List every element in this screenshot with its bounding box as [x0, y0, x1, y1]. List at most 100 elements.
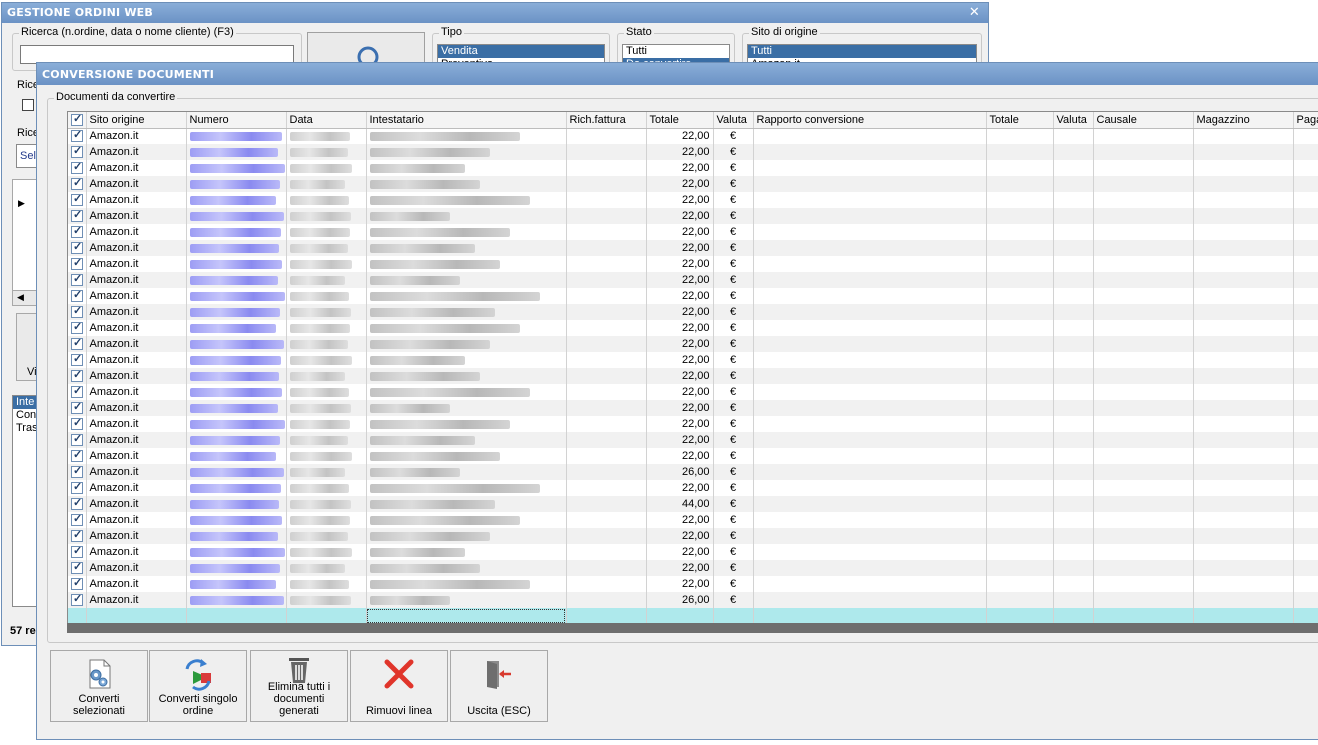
cell-sito-origine[interactable]: Amazon.it — [86, 464, 187, 480]
cell-data-redacted[interactable] — [286, 448, 367, 464]
cell-pagamento[interactable] — [1293, 272, 1318, 288]
cell-sito-origine[interactable]: Amazon.it — [86, 176, 187, 192]
cell-causale[interactable] — [1093, 528, 1194, 544]
cell-totale-converted[interactable] — [986, 272, 1054, 288]
table-row[interactable]: Amazon.it 22,00€ — [68, 336, 1318, 352]
cell-pagamento[interactable] — [1293, 384, 1318, 400]
cell-sito-origine[interactable]: Amazon.it — [86, 560, 187, 576]
cell-pagamento[interactable] — [1293, 592, 1318, 608]
cell-pagamento[interactable] — [1293, 368, 1318, 384]
cell-intestatario-redacted[interactable] — [366, 368, 567, 384]
cell-valuta-converted[interactable] — [1053, 512, 1094, 528]
cell-totale-converted[interactable] — [986, 224, 1054, 240]
cell-magazzino[interactable] — [1193, 432, 1294, 448]
cell-numero-redacted[interactable] — [186, 304, 287, 320]
cell-magazzino[interactable] — [1193, 288, 1294, 304]
cell-valuta-converted[interactable] — [1053, 352, 1094, 368]
cell-valuta[interactable]: € — [713, 528, 754, 544]
cell-valuta[interactable]: € — [713, 128, 754, 144]
cell-pagamento[interactable] — [1293, 320, 1318, 336]
new-row-cell[interactable] — [286, 608, 367, 624]
cell-data-redacted[interactable] — [286, 304, 367, 320]
cell-intestatario-redacted[interactable] — [366, 320, 567, 336]
cell-sito-origine[interactable]: Amazon.it — [86, 368, 187, 384]
cell-pagamento[interactable] — [1293, 560, 1318, 576]
cell-causale[interactable] — [1093, 512, 1194, 528]
cell-numero-redacted[interactable] — [186, 208, 287, 224]
table-row[interactable]: Amazon.it 22,00€ — [68, 224, 1318, 240]
cell-data-redacted[interactable] — [286, 384, 367, 400]
cell-intestatario-redacted[interactable] — [366, 496, 567, 512]
cell-data-redacted[interactable] — [286, 272, 367, 288]
cell-totale[interactable]: 22,00 — [646, 208, 714, 224]
cell-intestatario-redacted[interactable] — [366, 256, 567, 272]
cell-valuta[interactable]: € — [713, 304, 754, 320]
converti-selezionati-button[interactable]: Converti selezionati — [50, 650, 148, 722]
cell-causale[interactable] — [1093, 144, 1194, 160]
cell-causale[interactable] — [1093, 176, 1194, 192]
new-row-cell[interactable] — [986, 608, 1054, 624]
cell-intestatario-redacted[interactable] — [366, 512, 567, 528]
cell-causale[interactable] — [1093, 224, 1194, 240]
cell-totale-converted[interactable] — [986, 128, 1054, 144]
row-select-cell[interactable] — [68, 144, 87, 160]
row-checkbox[interactable] — [71, 528, 83, 543]
new-row-cell[interactable] — [1193, 608, 1294, 624]
cell-rapporto-conversione[interactable] — [753, 512, 987, 528]
cell-valuta-converted[interactable] — [1053, 240, 1094, 256]
cell-totale[interactable]: 22,00 — [646, 528, 714, 544]
cell-sito-origine[interactable]: Amazon.it — [86, 416, 187, 432]
cell-numero-redacted[interactable] — [186, 240, 287, 256]
cell-pagamento[interactable] — [1293, 480, 1318, 496]
table-row[interactable]: Amazon.it 22,00€ — [68, 304, 1318, 320]
cell-totale-converted[interactable] — [986, 576, 1054, 592]
new-row-cell[interactable] — [566, 608, 647, 624]
cell-totale[interactable]: 22,00 — [646, 432, 714, 448]
cell-pagamento[interactable] — [1293, 160, 1318, 176]
cell-totale-converted[interactable] — [986, 320, 1054, 336]
cell-totale[interactable]: 22,00 — [646, 304, 714, 320]
cell-pagamento[interactable] — [1293, 528, 1318, 544]
cell-numero-redacted[interactable] — [186, 448, 287, 464]
col-header-rich-fattura[interactable]: Rich.fattura — [566, 112, 647, 129]
cell-rapporto-conversione[interactable] — [753, 544, 987, 560]
cell-numero-redacted[interactable] — [186, 320, 287, 336]
cell-data-redacted[interactable] — [286, 208, 367, 224]
cell-valuta-converted[interactable] — [1053, 128, 1094, 144]
select-all-checkbox[interactable] — [71, 112, 83, 126]
cell-magazzino[interactable] — [1193, 272, 1294, 288]
tipo-option-vendita[interactable]: Vendita — [438, 45, 604, 58]
cell-rich-fattura[interactable] — [566, 288, 647, 304]
row-checkbox[interactable] — [71, 512, 83, 527]
cell-magazzino[interactable] — [1193, 416, 1294, 432]
cell-valuta[interactable]: € — [713, 544, 754, 560]
col-header-pagamento[interactable]: Paga — [1293, 112, 1318, 129]
cell-totale[interactable]: 22,00 — [646, 384, 714, 400]
col-header-magazzino[interactable]: Magazzino — [1193, 112, 1294, 129]
cell-numero-redacted[interactable] — [186, 144, 287, 160]
cell-rich-fattura[interactable] — [566, 144, 647, 160]
cell-pagamento[interactable] — [1293, 544, 1318, 560]
row-checkbox[interactable] — [71, 304, 83, 319]
cell-magazzino[interactable] — [1193, 560, 1294, 576]
cell-causale[interactable] — [1093, 496, 1194, 512]
cell-valuta[interactable]: € — [713, 240, 754, 256]
cell-sito-origine[interactable]: Amazon.it — [86, 496, 187, 512]
cell-sito-origine[interactable]: Amazon.it — [86, 256, 187, 272]
table-row[interactable]: Amazon.it 22,00€ — [68, 352, 1318, 368]
cell-causale[interactable] — [1093, 304, 1194, 320]
cell-causale[interactable] — [1093, 192, 1194, 208]
row-checkbox[interactable] — [71, 432, 83, 447]
cell-data-redacted[interactable] — [286, 512, 367, 528]
cell-intestatario-redacted[interactable] — [366, 416, 567, 432]
cell-totale-converted[interactable] — [986, 176, 1054, 192]
row-select-cell[interactable] — [68, 384, 87, 400]
cell-rapporto-conversione[interactable] — [753, 560, 987, 576]
row-checkbox[interactable] — [71, 368, 83, 383]
cell-rich-fattura[interactable] — [566, 224, 647, 240]
cell-numero-redacted[interactable] — [186, 480, 287, 496]
row-select-cell[interactable] — [68, 464, 87, 480]
cell-rich-fattura[interactable] — [566, 304, 647, 320]
cell-valuta[interactable]: € — [713, 176, 754, 192]
cell-pagamento[interactable] — [1293, 416, 1318, 432]
